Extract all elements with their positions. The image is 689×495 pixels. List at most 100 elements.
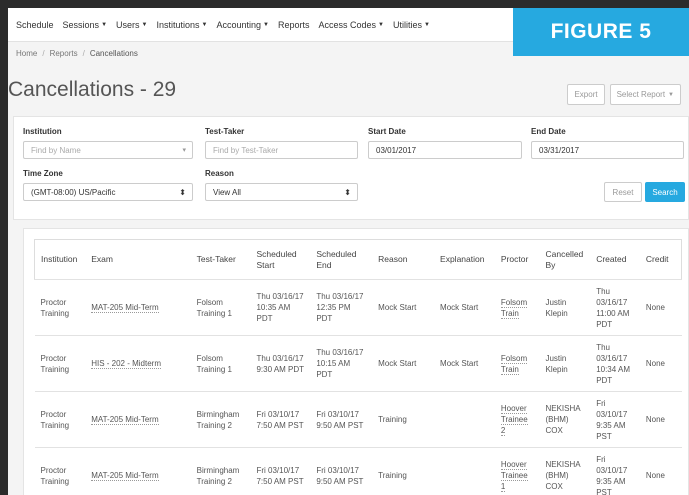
test-taker-placeholder: Find by Test-Taker [213,145,279,155]
breadcrumb-separator: / [42,49,45,58]
column-header-explanation[interactable]: Explanation [434,239,495,280]
select-report-button[interactable]: Select Report ▼ [609,84,681,105]
time-zone-select[interactable]: (GMT-08:00) US/Pacific ⬍ [23,183,193,201]
exam-link[interactable]: HIS - 202 - Midterm [91,359,161,369]
filter-panel: Institution Find by Name ▾ Test-Taker Fi… [13,116,689,220]
cell-explanation: Mock Start [434,279,495,336]
cell-created: Thu 03/16/17 10:34 AM PDT [590,335,640,392]
reason-label: Reason [205,169,234,178]
test-taker-input[interactable]: Find by Test-Taker [205,141,358,159]
time-zone-value: (GMT-08:00) US/Pacific [31,187,116,197]
cell-exam[interactable]: MAT-205 Mid-Term [85,391,191,448]
cell-reason: Mock Start [372,279,435,336]
test-taker-label: Test-Taker [205,127,245,136]
header-actions: Export Select Report ▼ [567,84,681,105]
institution-label: Institution [23,127,62,136]
cell-scheduled-start: Thu 03/16/17 10:35 AM PDT [250,279,311,336]
column-header-scheduled-start[interactable]: Scheduled Start [250,239,311,280]
column-header-scheduled-end[interactable]: Scheduled End [310,239,373,280]
cell-scheduled-end: Thu 03/16/17 12:35 PM PDT [310,279,373,336]
column-header-credit[interactable]: Credit [639,239,682,280]
time-zone-label: Time Zone [23,169,63,178]
cell-reason: Mock Start [372,335,435,392]
page-title: Cancellations - 29 [8,78,177,101]
export-button[interactable]: Export [567,84,605,105]
reset-button[interactable]: Reset [604,182,642,202]
column-header-proctor[interactable]: Proctor [494,239,540,280]
column-header-reason[interactable]: Reason [372,239,435,280]
nav-access-codes[interactable]: Access Codes ▼ [318,20,383,30]
caret-down-icon: ▼ [378,21,384,28]
exam-link[interactable]: MAT-205 Mid-Term [91,303,159,313]
nav-utilities-label: Utilities [392,19,422,30]
cell-scheduled-start: Thu 03/16/17 9:30 AM PDT [250,335,311,392]
table-header-row: Institution Exam Test-Taker Scheduled St… [34,239,682,280]
reason-select[interactable]: View All ⬍ [205,183,358,201]
end-date-label: End Date [531,127,566,136]
column-header-institution[interactable]: Institution [34,239,86,280]
column-header-test-taker[interactable]: Test-Taker [190,239,251,280]
cell-explanation [434,447,495,495]
breadcrumb-reports[interactable]: Reports [50,49,78,58]
breadcrumb-home[interactable]: Home [16,49,37,58]
proctor-link[interactable]: Folsom Train [500,353,528,375]
cell-test-taker: Birmingham Training 2 [190,391,251,448]
table-row: Proctor Training MAT-205 Mid-Term Folsom… [34,279,682,336]
breadcrumb-current: Cancellations [89,49,138,58]
column-header-cancelled-by[interactable]: Cancelled By [539,239,591,280]
cell-test-taker: Folsom Training 1 [190,335,251,392]
cell-proctor[interactable]: Folsom Train [494,335,540,392]
column-header-exam[interactable]: Exam [85,239,191,280]
cell-institution: Proctor Training [34,391,86,448]
caret-down-icon: ▼ [201,21,208,28]
nav-schedule[interactable]: Schedule [16,20,54,30]
cell-reason: Training [372,391,435,448]
cell-institution: Proctor Training [34,447,86,495]
cell-created: Thu 03/16/17 11:00 AM PDT [590,279,640,336]
cell-institution: Proctor Training [34,279,86,336]
start-date-value: 03/01/2017 [376,145,417,155]
cell-institution: Proctor Training [34,335,86,392]
cell-created: Fri 03/10/17 9:35 AM PST [590,391,640,448]
nav-access-codes-label: Access Codes [318,19,376,30]
search-button[interactable]: Search [645,182,685,202]
nav-utilities[interactable]: Utilities ▼ [393,20,430,30]
proctor-link[interactable]: Folsom Train [500,297,528,319]
caret-down-icon: ▼ [101,21,108,28]
cell-exam[interactable]: MAT-205 Mid-Term [85,279,191,336]
cell-exam[interactable]: HIS - 202 - Midterm [85,335,191,392]
institution-placeholder: Find by Name [31,145,81,155]
caret-down-icon: ▼ [668,91,674,98]
cell-cancelled-by: NEKISHA (BHM) COX [539,447,591,495]
proctor-link[interactable]: Hoover Trainee 2 [500,404,528,436]
cell-proctor[interactable]: Folsom Train [494,279,540,336]
search-button-label: Search [652,187,678,197]
reason-value: View All [213,187,241,197]
caret-down-icon: ▼ [263,21,269,28]
start-date-input[interactable]: 03/01/2017 [368,141,522,159]
exam-link[interactable]: MAT-205 Mid-Term [91,471,159,481]
nav-accounting[interactable]: Accounting ▼ [216,20,268,30]
proctor-link[interactable]: Hoover Trainee 1 [500,460,528,492]
reset-button-label: Reset [612,187,634,197]
cell-proctor[interactable]: Hoover Trainee 1 [494,447,540,495]
institution-input[interactable]: Find by Name ▾ [23,141,193,159]
nav-sessions[interactable]: Sessions ▼ [63,20,107,30]
cell-credit: None [639,391,682,448]
cell-cancelled-by: Justin Klepin [539,279,591,336]
cell-proctor[interactable]: Hoover Trainee 2 [494,391,540,448]
nav-reports[interactable]: Reports [278,20,310,30]
breadcrumb-separator: / [82,49,85,58]
cell-reason: Training [372,447,435,495]
nav-users[interactable]: Users ▼ [116,20,147,30]
nav-institutions[interactable]: Institutions ▼ [156,20,207,30]
end-date-input[interactable]: 03/31/2017 [531,141,684,159]
app-window: Schedule Sessions ▼ Users ▼ Institutions ▼ … [8,8,689,495]
exam-link[interactable]: MAT-205 Mid-Term [91,415,159,425]
end-date-value: 03/31/2017 [539,145,580,155]
export-button-label: Export [574,90,598,99]
cell-exam[interactable]: MAT-205 Mid-Term [85,447,191,495]
cell-cancelled-by: Justin Klepin [539,335,591,392]
cell-credit: None [639,447,682,495]
column-header-created[interactable]: Created [590,239,640,280]
